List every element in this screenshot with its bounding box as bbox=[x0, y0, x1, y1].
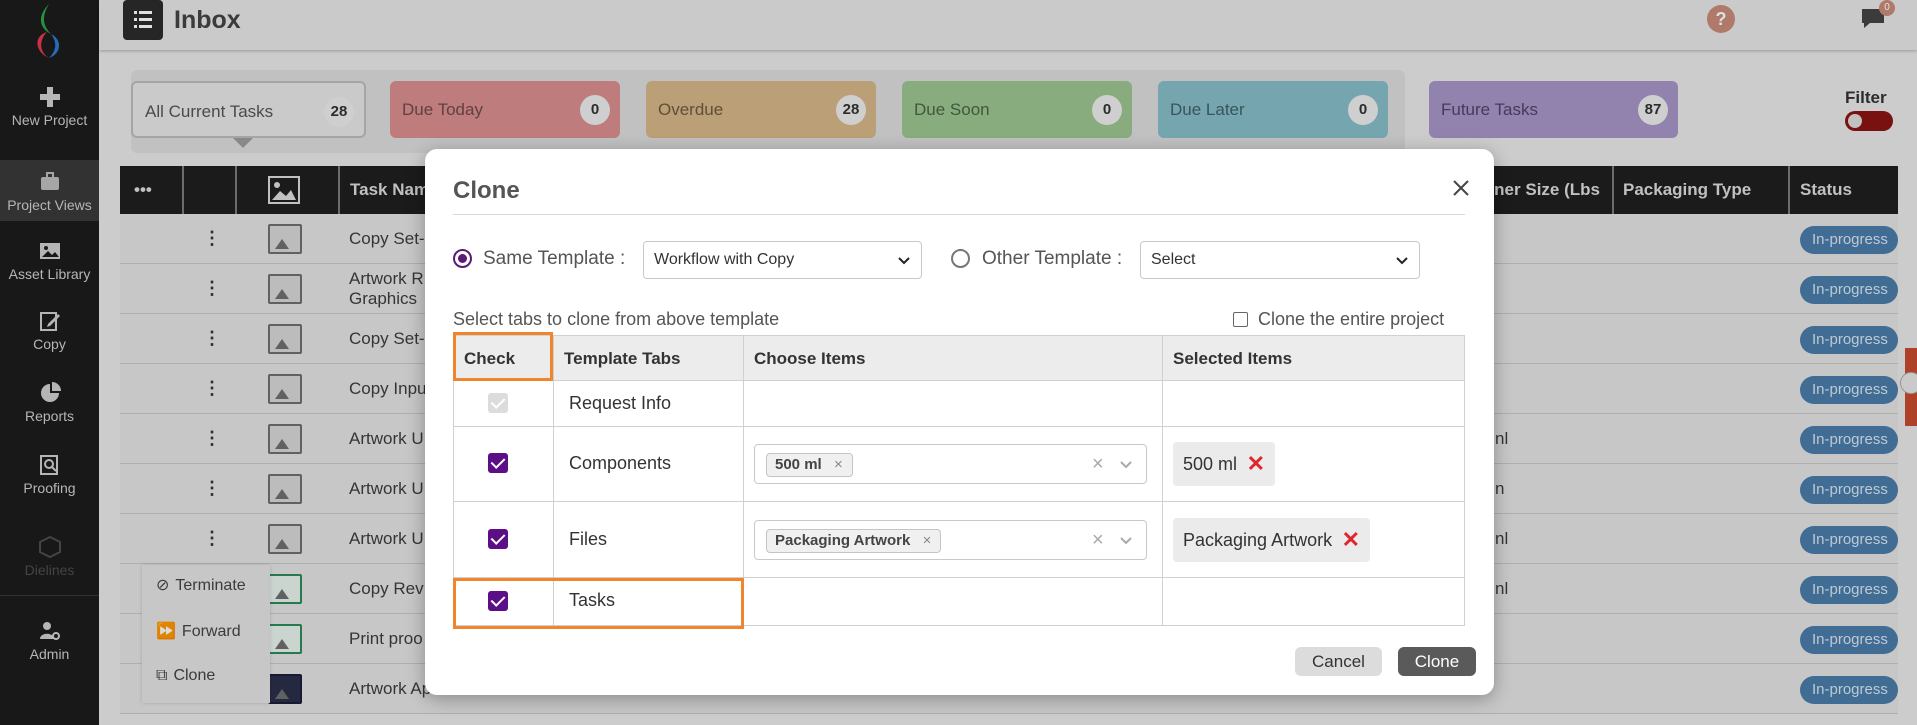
chevron-down-icon[interactable] bbox=[1119, 458, 1133, 472]
column-header-choose-items: Choose Items bbox=[754, 349, 866, 368]
dialog-divider bbox=[453, 214, 1465, 215]
clone-dialog: Clone Same Template : Workflow with Copy… bbox=[425, 149, 1494, 695]
other-template-label: Other Template : bbox=[982, 248, 1123, 269]
check-header-highlight bbox=[453, 332, 553, 381]
close-icon[interactable] bbox=[1450, 177, 1472, 199]
same-template-radio[interactable] bbox=[453, 249, 472, 268]
tab-name: Request Info bbox=[569, 393, 672, 413]
clear-icon[interactable]: × bbox=[1092, 453, 1104, 476]
selected-item-chip: Packaging Artwork ✕ bbox=[1173, 518, 1371, 562]
select-value: Select bbox=[1151, 251, 1196, 268]
select-tabs-hint: Select tabs to clone from above template bbox=[453, 309, 780, 329]
selected-item-label: Packaging Artwork bbox=[1183, 530, 1333, 550]
request-info-checkbox bbox=[488, 393, 508, 413]
clear-icon[interactable]: × bbox=[1092, 529, 1104, 552]
chevron-down-icon bbox=[898, 257, 910, 265]
chip-label: 500 ml bbox=[775, 456, 822, 473]
table-header: Check Template Tabs Choose Items Selecte… bbox=[454, 336, 1464, 381]
chip-remove-icon[interactable]: × bbox=[923, 530, 932, 552]
column-header-selected-items: Selected Items bbox=[1173, 349, 1293, 368]
files-items-select[interactable]: Packaging Artwork × × bbox=[754, 520, 1147, 560]
same-template-select[interactable]: Workflow with Copy bbox=[643, 241, 922, 279]
item-chip: 500 ml × bbox=[766, 453, 853, 477]
row-divider bbox=[454, 426, 1464, 427]
row-divider bbox=[454, 501, 1464, 502]
same-template-label: Same Template : bbox=[483, 248, 626, 269]
selected-item-label: 500 ml bbox=[1183, 454, 1238, 474]
clone-entire-project-label: Clone the entire project bbox=[1258, 309, 1445, 329]
tab-name: Files bbox=[569, 529, 608, 549]
chip-label: Packaging Artwork bbox=[775, 532, 911, 549]
other-template-select[interactable]: Select bbox=[1140, 241, 1420, 279]
tasks-row-highlight bbox=[453, 578, 744, 629]
chevron-down-icon[interactable] bbox=[1119, 534, 1133, 548]
selected-item-chip: 500 ml ✕ bbox=[1173, 442, 1276, 486]
remove-icon[interactable]: ✕ bbox=[1247, 442, 1265, 486]
chevron-down-icon bbox=[1396, 257, 1408, 265]
other-template-radio[interactable] bbox=[951, 249, 970, 268]
chip-remove-icon[interactable]: × bbox=[834, 454, 843, 476]
remove-icon[interactable]: ✕ bbox=[1342, 518, 1360, 562]
dialog-title: Clone bbox=[453, 177, 520, 204]
files-checkbox[interactable] bbox=[488, 529, 508, 549]
select-value: Workflow with Copy bbox=[654, 251, 795, 268]
components-checkbox[interactable] bbox=[488, 453, 508, 473]
components-items-select[interactable]: 500 ml × × bbox=[754, 444, 1147, 484]
column-header-template-tabs: Template Tabs bbox=[564, 349, 681, 368]
cancel-button[interactable]: Cancel bbox=[1295, 647, 1382, 676]
clone-entire-project-checkbox[interactable] bbox=[1233, 312, 1248, 327]
column-divider bbox=[1162, 336, 1163, 625]
tab-name: Components bbox=[569, 453, 672, 473]
item-chip: Packaging Artwork × bbox=[766, 529, 942, 553]
clone-button[interactable]: Clone bbox=[1398, 647, 1476, 676]
